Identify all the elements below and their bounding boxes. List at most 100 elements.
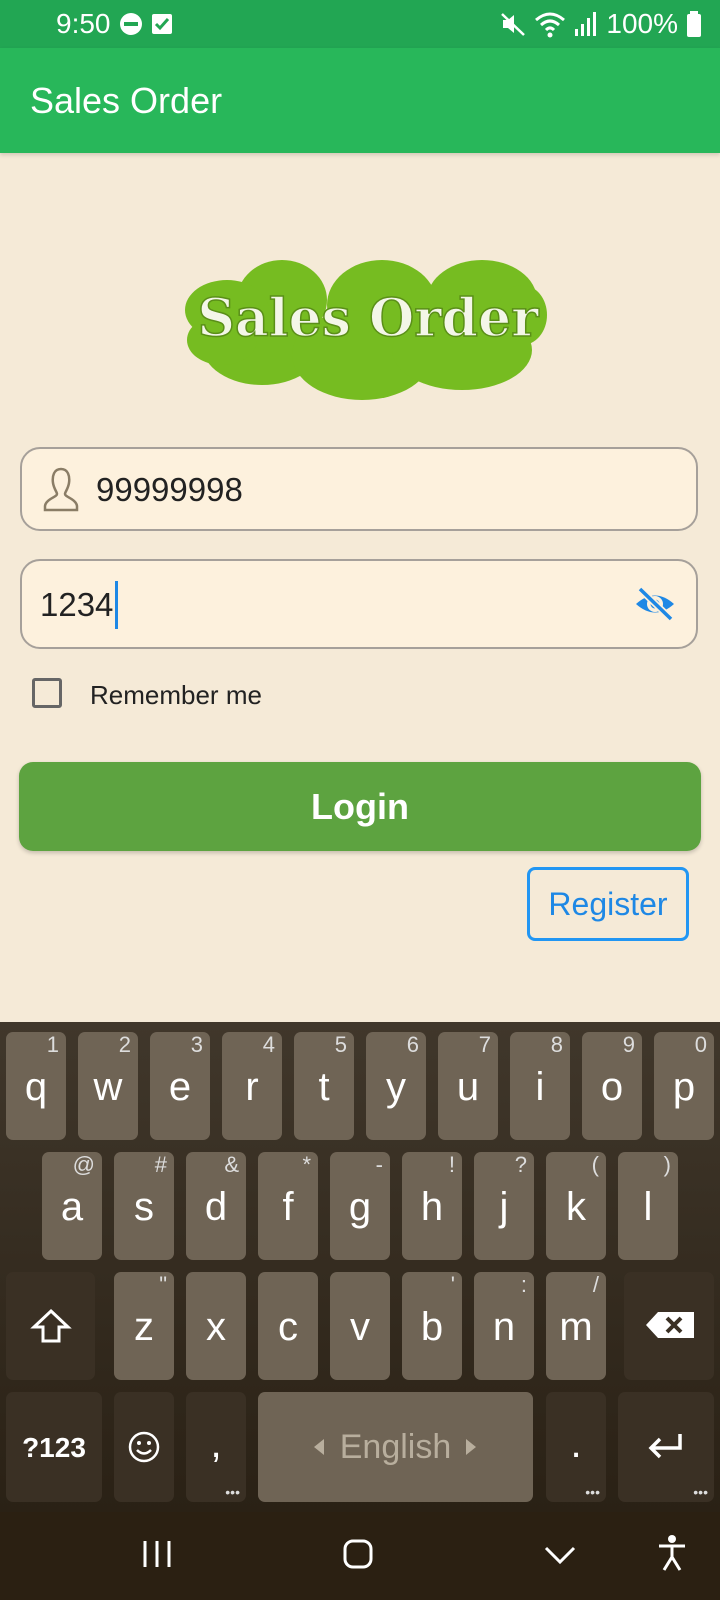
key-hint: 3 (190, 1032, 203, 1057)
visibility-off-icon[interactable] (634, 586, 676, 622)
comma-key-label: , (210, 1422, 222, 1466)
key-y[interactable]: 6y (366, 1032, 426, 1140)
hide-keyboard-icon[interactable] (543, 1544, 577, 1568)
enter-key[interactable]: ••• (618, 1392, 714, 1502)
shift-key[interactable] (6, 1272, 95, 1380)
backspace-icon (646, 1312, 694, 1338)
key-d[interactable]: & d (186, 1152, 246, 1260)
key-label: a (60, 1185, 84, 1229)
key-r[interactable]: 4r (222, 1032, 282, 1140)
key-label: z (134, 1305, 154, 1349)
recent-apps-icon[interactable] (140, 1537, 174, 1571)
key-label: t (318, 1065, 330, 1109)
key-p[interactable]: 0p (654, 1032, 714, 1140)
do-not-disturb-icon (120, 13, 142, 35)
key-hint: 4 (262, 1032, 275, 1057)
key-a[interactable]: @ a (42, 1152, 102, 1260)
key-u[interactable]: 7u (438, 1032, 498, 1140)
key-g[interactable]: -g (330, 1152, 390, 1260)
emoji-key[interactable] (114, 1392, 174, 1502)
key-m[interactable]: / m (546, 1272, 606, 1380)
key-v[interactable]: v (330, 1272, 390, 1380)
password-field[interactable]: 1234 (20, 559, 698, 649)
key-h[interactable]: ! h (402, 1152, 462, 1260)
key-hint: 1 (46, 1032, 59, 1057)
key-label: i (535, 1065, 545, 1109)
mute-icon (501, 13, 526, 36)
login-button[interactable]: Login (19, 762, 701, 851)
status-bar: 9:50 100% (0, 0, 720, 48)
key-j[interactable]: ? j (474, 1152, 534, 1260)
key-s[interactable]: # s (114, 1152, 174, 1260)
key-hint: * (302, 1152, 311, 1177)
key-c[interactable]: c (258, 1272, 318, 1380)
key-hint: 8 (550, 1032, 563, 1057)
key-hint: ' (450, 1272, 455, 1297)
key-label: w (93, 1065, 123, 1109)
shift-icon (30, 1308, 72, 1343)
key-o[interactable]: 9o (582, 1032, 642, 1140)
key-label: n (492, 1305, 516, 1349)
key-label: s (134, 1185, 154, 1229)
key-hint: - (375, 1152, 383, 1177)
battery-icon (687, 11, 701, 37)
key-label: v (350, 1305, 370, 1349)
key-i[interactable]: 8i (510, 1032, 570, 1140)
symbols-key[interactable]: ?123 (6, 1392, 102, 1502)
key-t[interactable]: 5t (294, 1032, 354, 1140)
key-hint: " (159, 1272, 167, 1297)
key-f[interactable]: * f (258, 1152, 318, 1260)
key-label: l (643, 1185, 653, 1229)
key-hint: 0 (694, 1032, 707, 1057)
register-button[interactable]: Register (527, 867, 689, 941)
key-x[interactable]: x (186, 1272, 246, 1380)
key-label: b (420, 1305, 444, 1349)
key-hint: ? (514, 1152, 527, 1177)
wifi-icon (535, 12, 566, 38)
battery-percent: 100% (606, 8, 678, 39)
remember-me-label[interactable]: Remember me (90, 680, 262, 711)
backspace-key[interactable] (624, 1272, 714, 1380)
home-icon[interactable] (341, 1537, 375, 1571)
text-cursor (115, 581, 118, 629)
user-icon (43, 467, 79, 512)
key-w[interactable]: 2w (78, 1032, 138, 1140)
key-hint: : (520, 1272, 527, 1297)
username-field[interactable]: 99999998 (20, 447, 698, 531)
key-n[interactable]: :n (474, 1272, 534, 1380)
right-arrow-icon (466, 1439, 476, 1455)
key-label: g (348, 1185, 372, 1229)
sales-order-logo: Sales Order (182, 240, 554, 410)
comma-key[interactable]: , ••• (186, 1392, 246, 1502)
key-hint: 7 (478, 1032, 491, 1057)
period-more-dots: ••• (585, 1484, 600, 1500)
app-title: Sales Order (30, 80, 223, 121)
enter-icon (648, 1434, 682, 1459)
key-label: u (456, 1065, 480, 1109)
key-hint: @ (72, 1152, 95, 1177)
key-q[interactable]: 1q (6, 1032, 66, 1140)
key-hint: & (224, 1152, 239, 1177)
space-key-label: English (339, 1428, 452, 1466)
accessibility-icon[interactable] (657, 1534, 687, 1572)
key-hint: 2 (118, 1032, 131, 1057)
remember-me-checkbox[interactable] (32, 678, 62, 708)
symbols-key-label: ?123 (22, 1432, 86, 1463)
username-value: 99999998 (96, 471, 243, 508)
key-label: m (559, 1305, 593, 1349)
navigation-bar (0, 1512, 720, 1600)
key-l[interactable]: ) l (618, 1152, 678, 1260)
space-key[interactable]: English (258, 1392, 533, 1502)
key-z[interactable]: " z (114, 1272, 174, 1380)
enter-more-dots: ••• (693, 1484, 708, 1500)
key-k[interactable]: (k (546, 1152, 606, 1260)
key-e[interactable]: 3e (150, 1032, 210, 1140)
status-time: 9:50 (56, 8, 111, 39)
key-b[interactable]: ' b (402, 1272, 462, 1380)
period-key[interactable]: . ••• (546, 1392, 606, 1502)
key-hint: ! (448, 1152, 455, 1177)
task-check-icon (152, 14, 172, 34)
keyboard: 1q2w3e4r5t6y7u8i9o0p @ a # s & d * f - g! h? j(k) l … (0, 1022, 720, 1512)
key-hint: 5 (334, 1032, 347, 1057)
key-label: o (600, 1065, 624, 1109)
